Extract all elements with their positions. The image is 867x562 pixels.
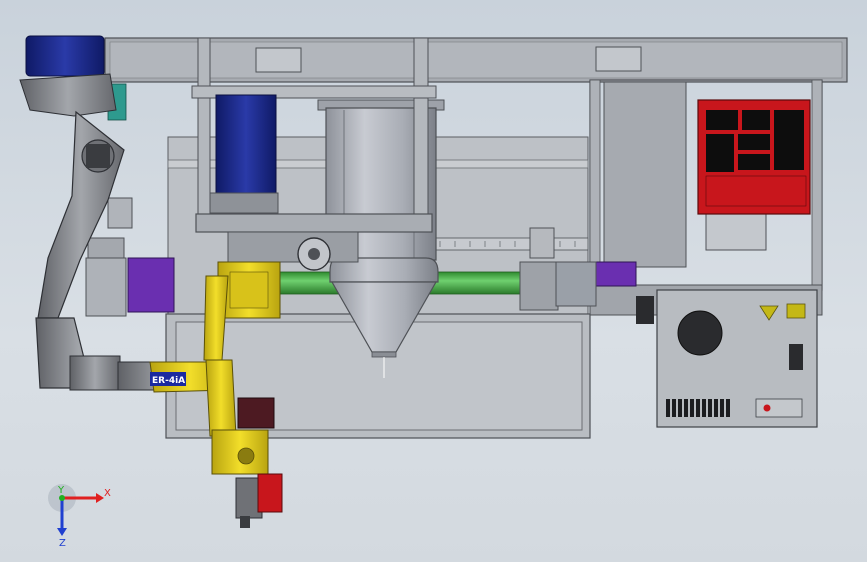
triad-z-label: Z — [59, 538, 66, 549]
rail-carriage — [529, 227, 555, 259]
right-motor-purple — [595, 261, 637, 287]
red-cabinet-slot-7 — [705, 175, 807, 207]
carriage-plate — [195, 213, 433, 233]
left-post — [87, 237, 125, 259]
hopper-nozzle — [371, 351, 397, 358]
panel-indicator-yellow — [786, 303, 806, 319]
left-bracket — [107, 197, 133, 229]
linear-rail — [419, 237, 589, 251]
triad-y-label: Y — [57, 485, 65, 496]
panel-dial[interactable] — [677, 310, 723, 356]
panel-switch[interactable] — [789, 344, 803, 370]
red-cabinet-slot-2 — [742, 110, 770, 130]
top-beam-inner — [109, 41, 843, 79]
large-robot-base-motor — [25, 35, 105, 77]
coordinate-triad: X Y Z — [48, 484, 111, 549]
beam-window-right — [595, 46, 642, 72]
panel-button-plate — [755, 398, 803, 418]
purple-block — [127, 257, 175, 313]
right-frame-post-a — [589, 79, 601, 291]
right-column — [603, 81, 687, 268]
triad-x-label: X — [104, 488, 111, 499]
red-cabinet-slot-5 — [738, 134, 770, 150]
tube-end-cap — [519, 261, 559, 311]
yellow-robot-label: ER-4iA — [152, 376, 185, 386]
left-frame-box — [85, 257, 127, 317]
cad-viewport[interactable]: ER-4iA X Y Z — [0, 0, 867, 562]
beam-window-left — [255, 47, 302, 73]
large-robot-wrist — [69, 355, 121, 391]
gantry-post-right — [413, 37, 429, 231]
red-cabinet-slot-1 — [706, 110, 738, 130]
red-cabinet-slot-4 — [706, 134, 734, 172]
carriage-block — [227, 231, 359, 263]
yellow-robot-motor — [237, 397, 275, 429]
yellow-robot-lower-link — [205, 359, 237, 437]
panel-stop-button[interactable] — [763, 404, 771, 412]
end-effector-red — [257, 473, 283, 513]
large-robot-shoulder — [19, 73, 117, 117]
blue-motor — [215, 94, 277, 196]
right-small-motor — [636, 296, 654, 324]
right-column-slot — [705, 211, 767, 251]
panel-vent — [666, 399, 730, 417]
gantry-post-left — [197, 37, 211, 231]
right-motor-body — [555, 261, 597, 307]
blue-motor-base — [209, 192, 279, 214]
red-cabinet-slot-3 — [774, 110, 804, 170]
right-frame-post-b — [811, 79, 823, 291]
red-cabinet-slot-6 — [738, 154, 770, 170]
control-panel — [656, 289, 818, 428]
